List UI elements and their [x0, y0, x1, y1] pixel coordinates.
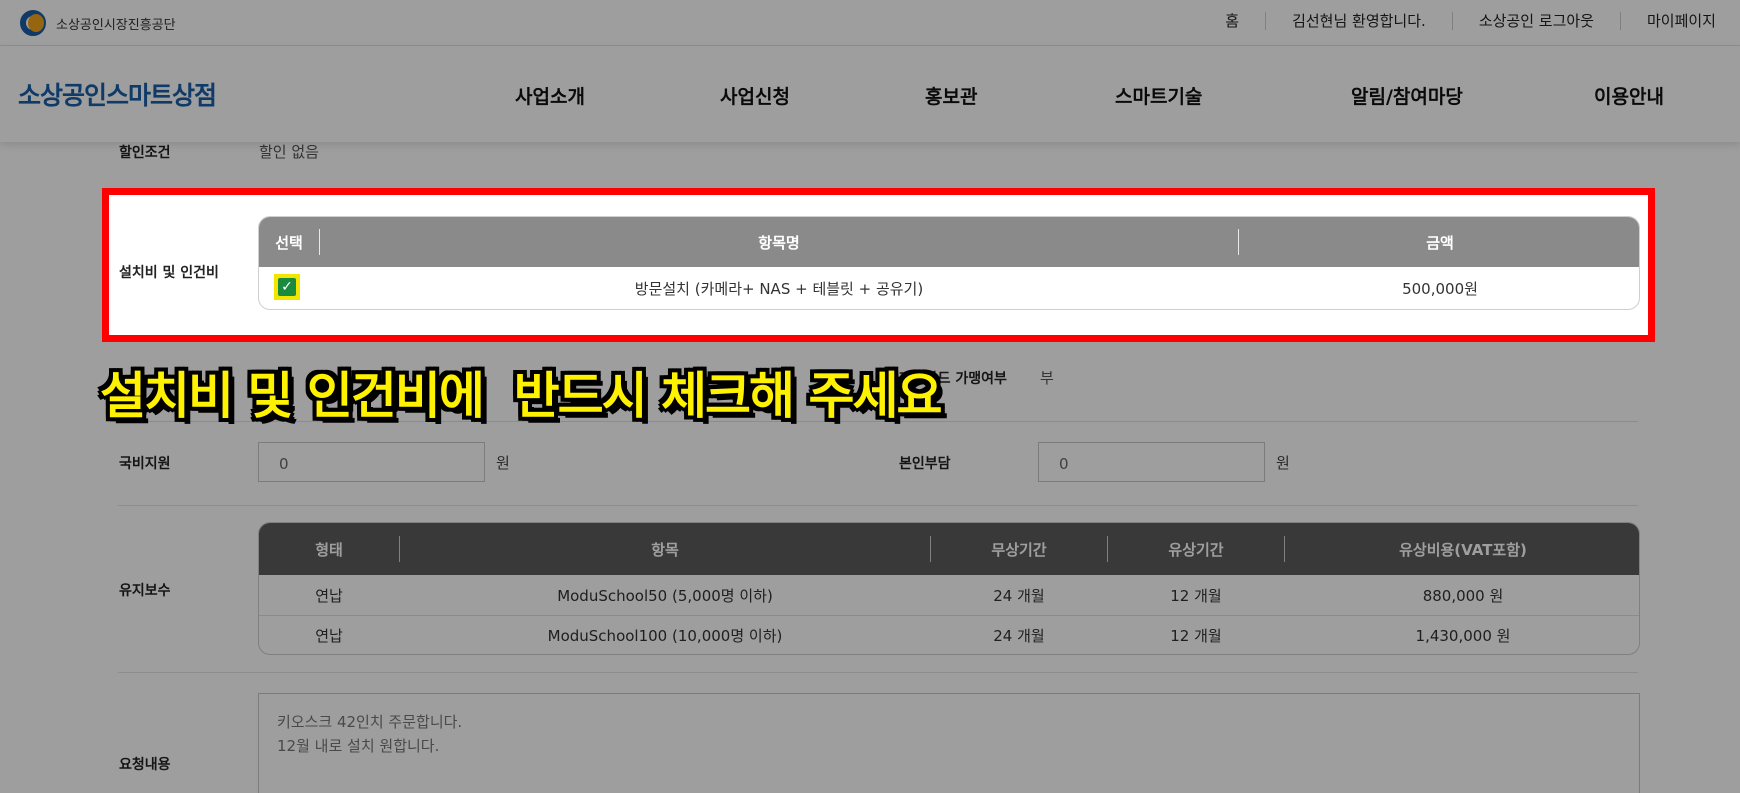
checkmark-icon: ✓	[278, 278, 296, 296]
install-checkbox[interactable]: ✓	[274, 274, 300, 300]
cell-amount: 500,000원	[1402, 280, 1478, 298]
instruction-caption: 설치비 및 인건비에 반드시 체크해 주세요	[100, 367, 942, 425]
install-table: 선택 항목명 금액 ✓ 방문설치 (카메라+ NAS + 테블릿 + 공유기) …	[258, 216, 1640, 310]
col-select: 선택	[275, 234, 303, 252]
table-row: ✓ 방문설치 (카메라+ NAS + 테블릿 + 공유기) 500,000원	[259, 267, 1639, 309]
cell-item-name: 방문설치 (카메라+ NAS + 테블릿 + 공유기)	[634, 280, 924, 298]
install-table-header: 선택 항목명 금액	[259, 217, 1639, 267]
col-amount: 금액	[1426, 234, 1454, 252]
highlight-frame: 설치비 및 인건비 선택 항목명 금액 ✓ 방문설치 (카메라+ NAS + 테…	[102, 188, 1655, 342]
install-label: 설치비 및 인건비	[119, 265, 219, 281]
col-item-name: 항목명	[758, 234, 800, 252]
